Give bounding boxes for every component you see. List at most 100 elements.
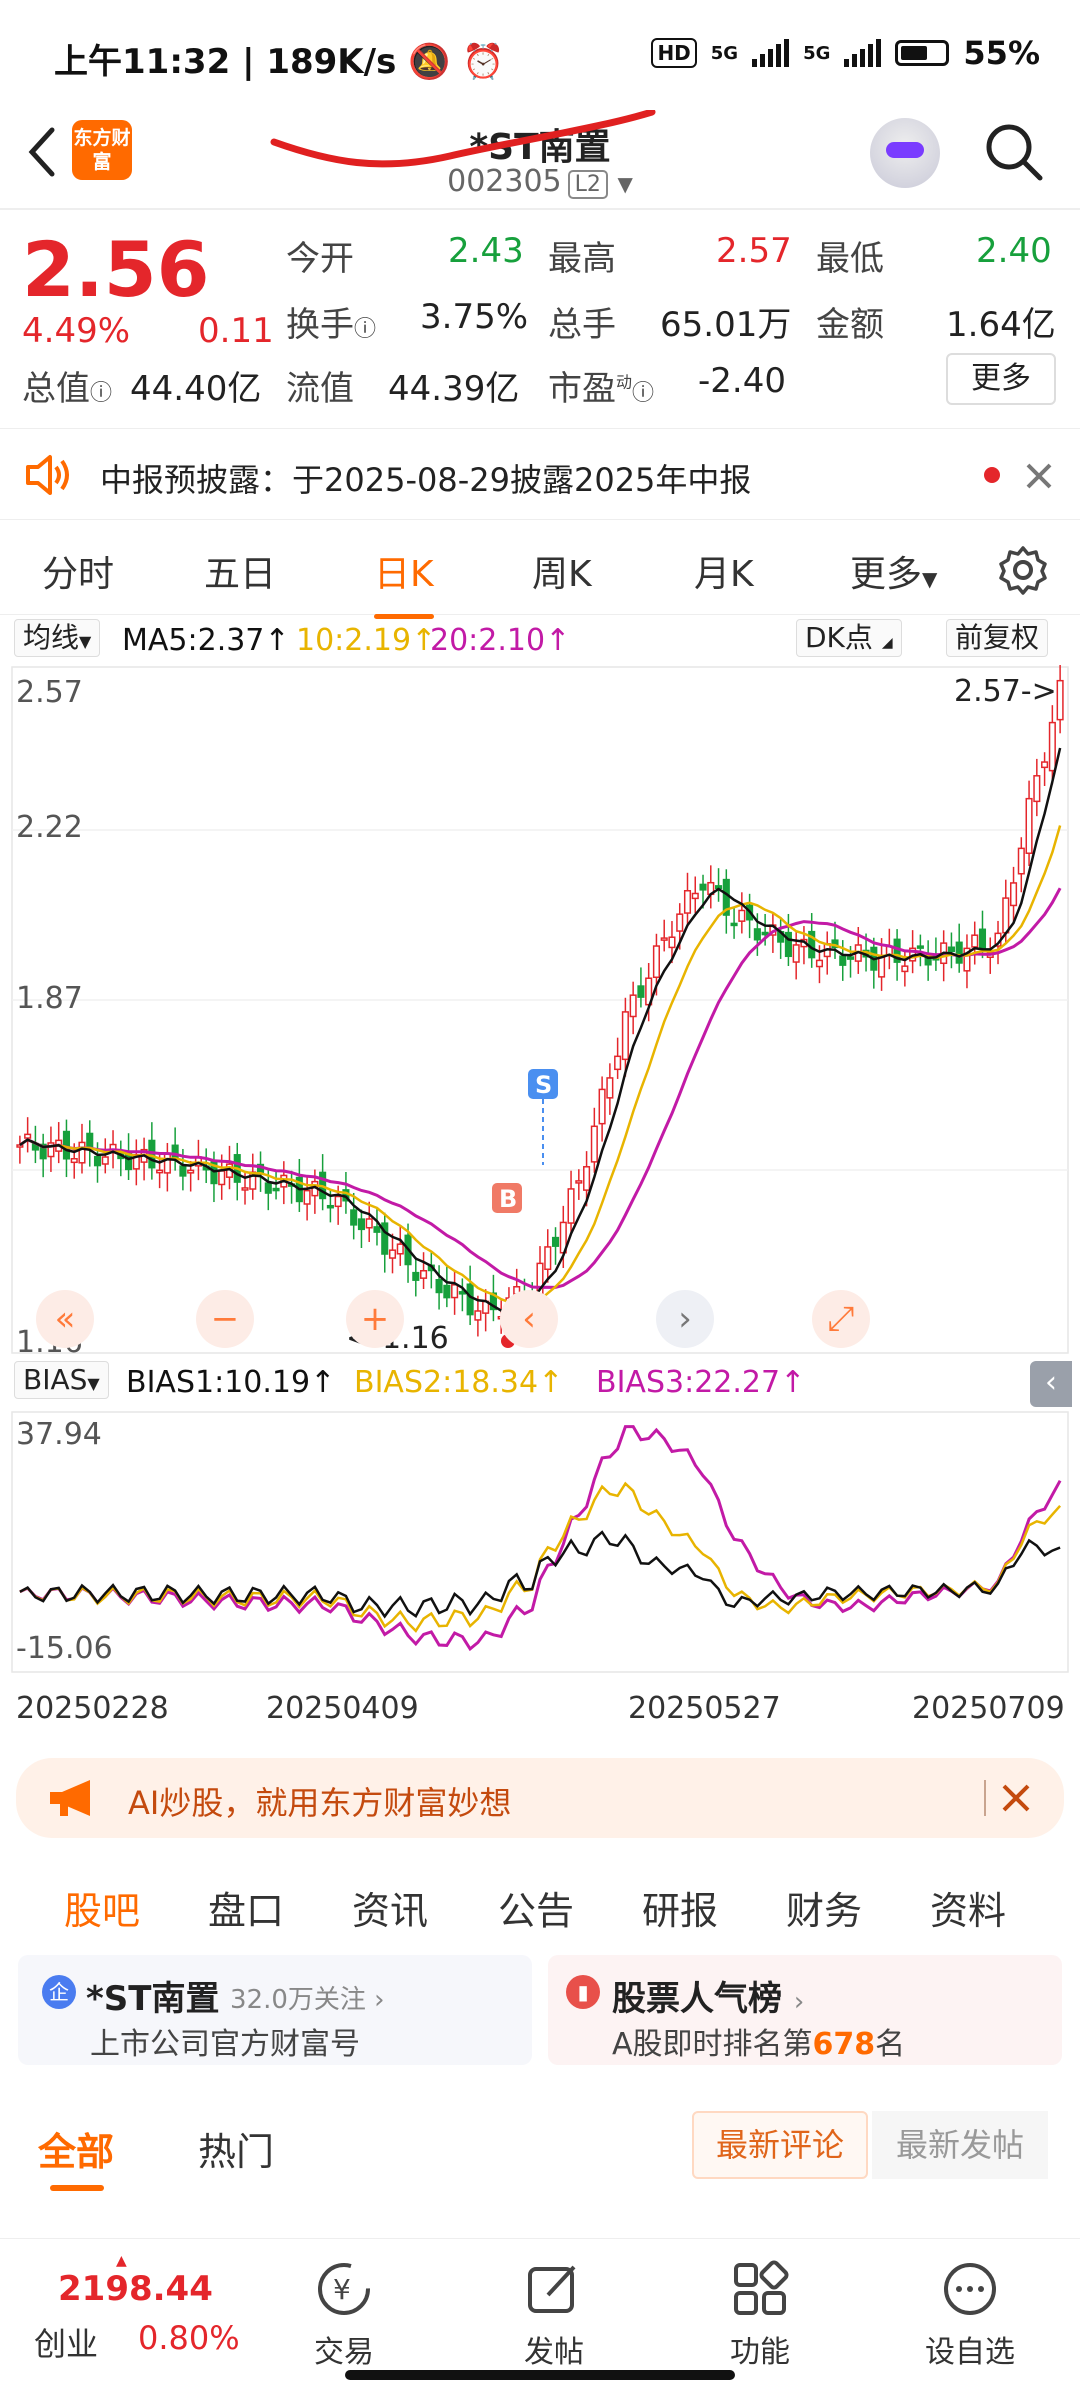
tab-research[interactable]: 研报	[642, 1880, 718, 1935]
tab-pankou[interactable]: 盘口	[208, 1880, 284, 1935]
bias-chart[interactable]: 37.94 -15.06	[0, 1410, 1080, 1685]
zoom-in-button[interactable]: +	[346, 1290, 404, 1348]
candle	[334, 1195, 342, 1208]
nav-add-watchlist[interactable]: 设自选	[900, 2259, 1040, 2371]
bias-selector[interactable]: BIAS▼	[14, 1361, 109, 1399]
filter-all[interactable]: 全部	[38, 2121, 114, 2176]
nav-trade[interactable]: ¥ 交易	[274, 2259, 414, 2371]
change-value: 0.11	[198, 311, 274, 351]
tab-weekly-k[interactable]: 周K	[532, 545, 592, 597]
candle	[156, 1169, 164, 1174]
candle	[78, 1141, 86, 1164]
kline-chart[interactable]: 2.57 2.22 1.87 1.16 2.57-> <-1.16 B S	[0, 665, 1080, 1355]
dk-point-selector[interactable]: DK点 ◢	[796, 619, 902, 657]
date-label: 20250709	[912, 1691, 1065, 1726]
ai-ad-banner[interactable]: AI炒股，就用东方财富妙想	[16, 1758, 1064, 1838]
amount-label: 金额	[816, 305, 884, 345]
low-label: 最低	[816, 239, 884, 279]
collapse-panel-button[interactable]: ‹	[1030, 1361, 1072, 1407]
filter-hot[interactable]: 热门	[198, 2121, 274, 2176]
candle	[241, 1187, 249, 1191]
turnover-value: 3.75%	[420, 297, 529, 337]
candle	[1025, 797, 1033, 854]
status-right: HD 5G 5G 55%	[651, 34, 1040, 72]
tab-guba[interactable]: 股吧	[64, 1880, 140, 1935]
candle	[629, 994, 637, 1018]
candle	[420, 1269, 428, 1279]
scroll-left-button[interactable]: ‹	[500, 1290, 558, 1348]
nav-post[interactable]: 发帖	[484, 2259, 624, 2371]
candle	[753, 928, 761, 941]
status-bar: 上午11:32 | 189K/s 🔕 ⏰ HD 5G 5G 55%	[0, 0, 1080, 110]
company-account-card[interactable]: 企 *ST南置 32.0万关注 › 上市公司官方财富号	[18, 1955, 532, 2065]
popularity-card[interactable]: ▮ 股票人气榜 › A股即时排名第678名	[548, 1955, 1062, 2065]
mktcap-label: 总值ⓘ	[22, 369, 113, 409]
nav-functions[interactable]: 功能	[690, 2259, 830, 2371]
candle	[388, 1249, 397, 1259]
tab-profile[interactable]: 资料	[930, 1880, 1006, 1935]
candle	[683, 889, 692, 914]
unread-dot	[984, 467, 1000, 483]
candle	[575, 1180, 583, 1184]
svg-text:¥: ¥	[333, 2273, 351, 2306]
company-name: *ST南置	[86, 1979, 220, 2019]
candle	[163, 1152, 171, 1174]
candle	[412, 1271, 420, 1281]
speaker-icon	[26, 455, 69, 495]
sort-latest-post[interactable]: 最新发帖	[872, 2111, 1048, 2179]
status-time: 上午11:32 | 189K/s 🔕 ⏰	[54, 42, 505, 82]
ma5-value: MA5:2.37↑	[122, 623, 290, 658]
fullscreen-icon[interactable]: ⤢	[812, 1290, 870, 1348]
candle	[272, 1187, 280, 1192]
stock-header: 东方财富 *ST南置 002305 L2 ▼	[0, 110, 1080, 210]
assistant-avatar[interactable]	[870, 118, 940, 188]
candle	[846, 956, 855, 960]
search-icon[interactable]	[982, 120, 1046, 184]
candle	[590, 1125, 598, 1163]
float-value: 44.39亿	[388, 369, 520, 409]
ma-legend: 均线▼ MA5:2.37↑ 10:2.19↑ 20:2.10↑ DK点 ◢ 前复…	[0, 615, 1080, 663]
home-indicator[interactable]	[345, 2370, 735, 2380]
change-pct: 4.49%	[22, 311, 131, 351]
close-icon[interactable]	[1024, 461, 1054, 491]
candle	[70, 1157, 78, 1164]
adjust-selector[interactable]: 前复权	[946, 619, 1049, 657]
high-label: 最高	[548, 239, 616, 279]
tab-finance[interactable]: 财务	[786, 1880, 862, 1935]
sort-latest-comment[interactable]: 最新评论	[692, 2111, 868, 2179]
tab-announcements[interactable]: 公告	[498, 1880, 574, 1935]
settings-icon[interactable]	[998, 545, 1048, 595]
tab-monthly-k[interactable]: 月K	[694, 545, 754, 597]
tab-more[interactable]: 更多▼	[850, 545, 937, 597]
period-tabs: 分时 五日 日K 周K 月K 更多▼	[0, 525, 1080, 619]
tab-daily-k[interactable]: 日K	[374, 545, 434, 619]
mute-icon: 🔕	[408, 42, 451, 82]
ad-text: AI炒股，就用东方财富妙想	[128, 1784, 512, 1822]
date-axis: 20250228 20250409 20250527 20250709	[0, 1685, 1080, 1735]
tab-5day[interactable]: 五日	[204, 545, 276, 597]
candle	[179, 1165, 187, 1177]
more-button[interactable]: 更多	[946, 353, 1056, 405]
candle	[443, 1284, 451, 1299]
candle	[474, 1310, 482, 1321]
notice-bar[interactable]: 中报预披露：于2025-08-29披露2025年中报	[0, 428, 1080, 520]
volume-label: 总手	[548, 305, 616, 345]
candle	[187, 1169, 195, 1174]
scroll-left-fast-button[interactable]: «	[36, 1290, 94, 1348]
tab-news[interactable]: 资讯	[352, 1880, 428, 1935]
candle	[350, 1209, 358, 1226]
close-ad-icon[interactable]	[1000, 1782, 1032, 1814]
tab-intraday[interactable]: 分时	[42, 545, 114, 597]
ranking-icon: ▮	[566, 1975, 600, 2009]
zoom-out-button[interactable]: −	[196, 1290, 254, 1348]
date-label: 20250409	[266, 1691, 419, 1726]
ma-selector[interactable]: 均线▼	[14, 619, 101, 657]
price-axis-3: 1.87	[16, 981, 83, 1016]
megaphone-icon	[50, 1780, 90, 1816]
pe-value: -2.40	[698, 361, 786, 401]
nav-label: 功能	[730, 2335, 790, 2370]
signal-icon-2	[844, 39, 882, 67]
candle	[614, 1055, 622, 1071]
scroll-right-button[interactable]: ›	[656, 1290, 714, 1348]
buy-marker: B	[499, 1185, 517, 1213]
